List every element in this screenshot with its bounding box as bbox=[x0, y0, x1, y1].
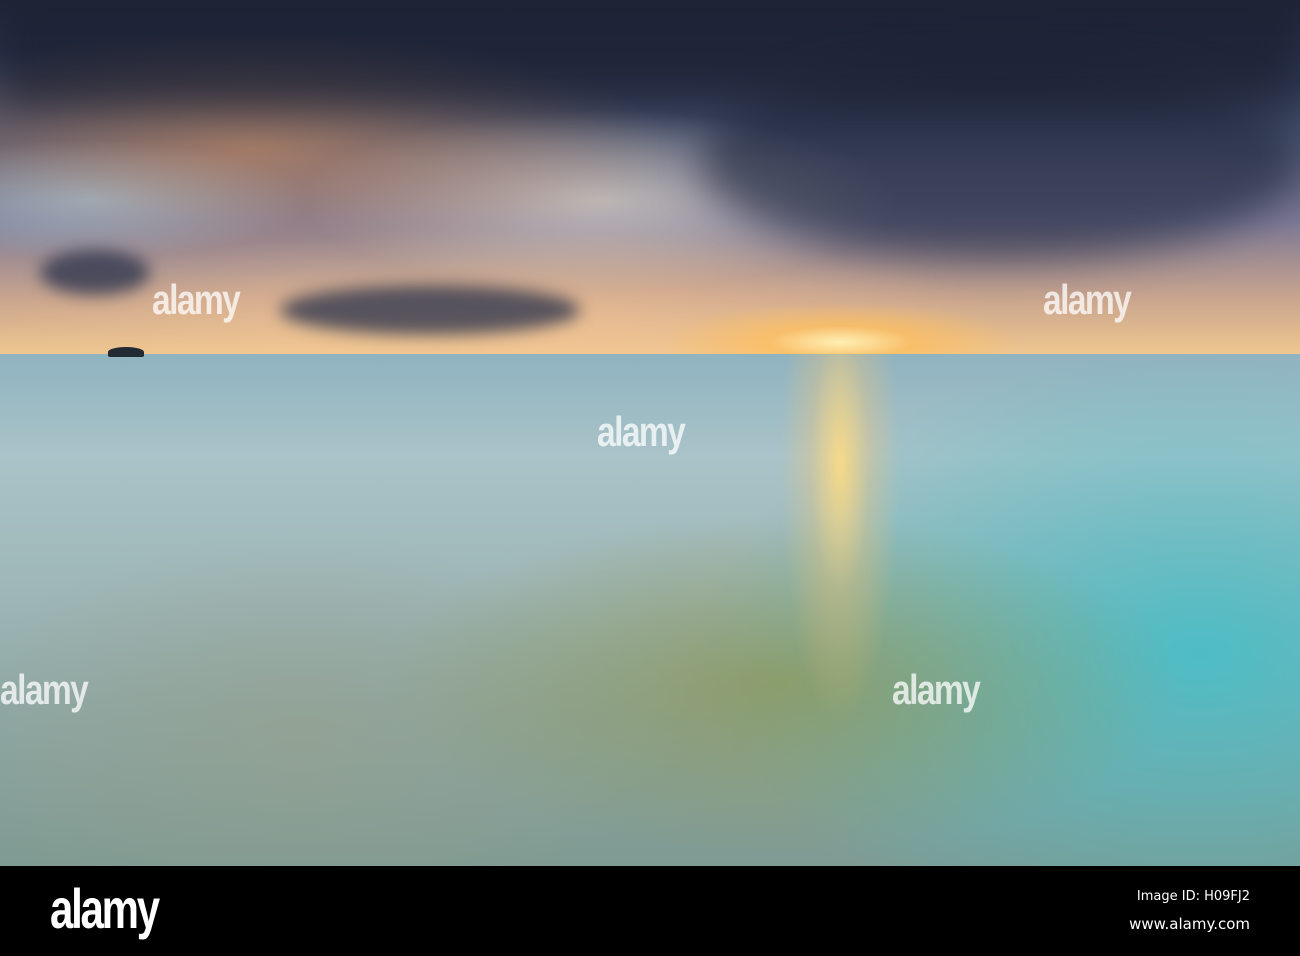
cloud bbox=[280, 285, 580, 335]
watermark: alamy bbox=[152, 276, 241, 323]
watermark: alamy bbox=[597, 408, 686, 455]
cloud bbox=[40, 250, 150, 295]
watermark: alamy bbox=[1043, 276, 1132, 323]
alamy-logo: alamy bbox=[50, 877, 160, 940]
watermark: alamy bbox=[892, 666, 981, 713]
seascape-sunset-photo: alamy alamy alamy alamy alamy bbox=[0, 0, 1300, 866]
footer-bar bbox=[0, 866, 1300, 956]
image-id: Image ID: H09FJ2 bbox=[1136, 889, 1250, 904]
site-url: www.alamy.com bbox=[1129, 915, 1250, 933]
rock-islet bbox=[108, 347, 144, 357]
watermark: alamy bbox=[0, 666, 89, 713]
cloud bbox=[0, 0, 1300, 110]
